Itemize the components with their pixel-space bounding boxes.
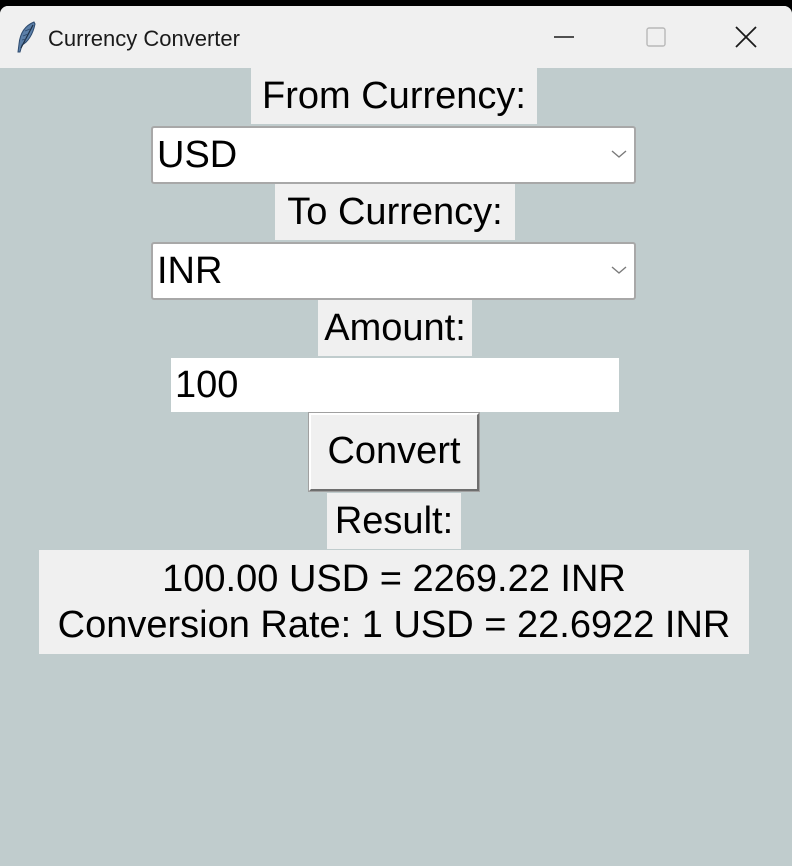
feather-icon	[17, 21, 36, 53]
convert-button[interactable]: Convert	[308, 412, 480, 492]
to-currency-label: To Currency:	[275, 184, 515, 240]
result-label: Result:	[327, 493, 461, 549]
amount-label: Amount:	[318, 300, 472, 356]
maximize-button[interactable]	[610, 6, 702, 68]
chevron-down-icon[interactable]	[610, 148, 628, 160]
amount-input[interactable]	[171, 358, 619, 412]
to-currency-value: INR	[157, 250, 223, 292]
app-window: Currency Converter From Currency: USD To…	[0, 6, 792, 866]
close-icon	[735, 26, 757, 48]
to-currency-select[interactable]: INR	[151, 242, 636, 300]
result-display: 100.00 USD = 2269.22 INR Conversion Rate…	[39, 550, 749, 654]
result-line-rate: Conversion Rate: 1 USD = 22.6922 INR	[57, 604, 731, 646]
from-currency-select[interactable]: USD	[151, 126, 636, 184]
minimize-button[interactable]	[518, 6, 610, 68]
from-currency-label: From Currency:	[251, 68, 537, 124]
from-currency-value: USD	[157, 134, 238, 176]
close-button[interactable]	[700, 6, 792, 68]
maximize-icon	[646, 27, 666, 47]
window-title: Currency Converter	[48, 26, 240, 51]
minimize-icon	[554, 36, 574, 38]
title-bar[interactable]: Currency Converter	[0, 6, 792, 68]
result-line-conversion: 100.00 USD = 2269.22 INR	[162, 558, 626, 600]
chevron-down-icon[interactable]	[610, 264, 628, 276]
